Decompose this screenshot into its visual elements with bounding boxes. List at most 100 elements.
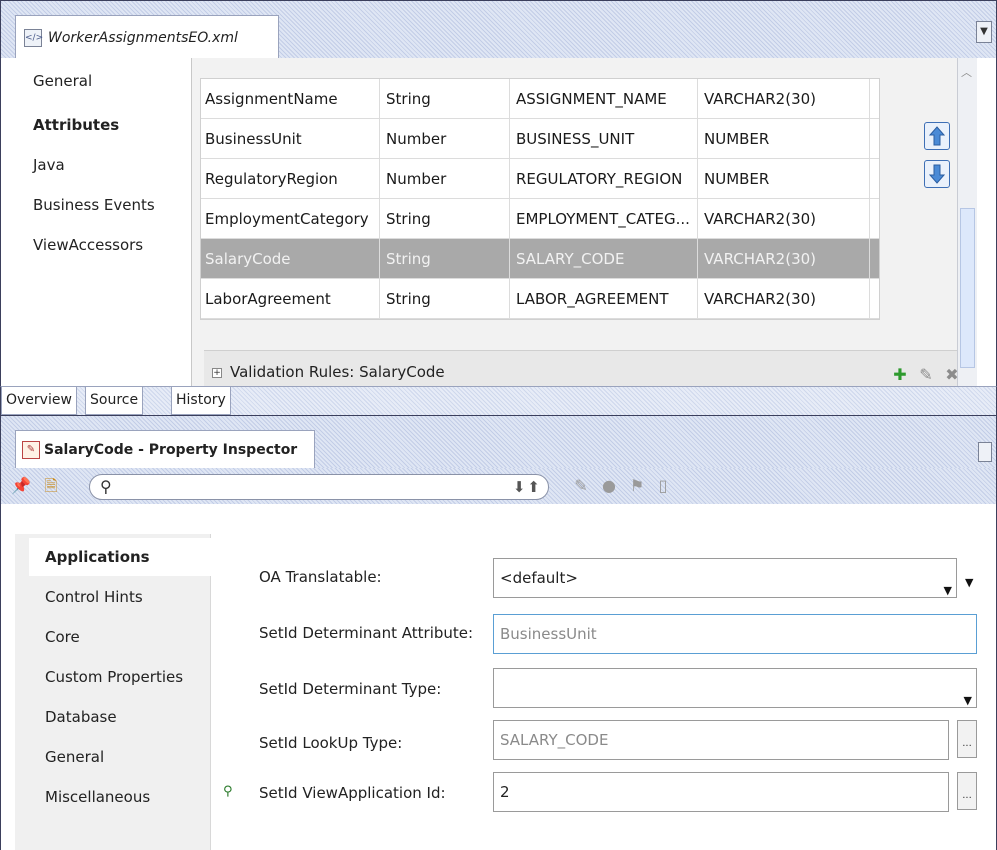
property-inspector-body: Applications Control Hints Core Custom P…: [0, 504, 997, 850]
property-search-input[interactable]: [124, 478, 484, 496]
property-inspector-title: SalaryCode - Property Inspector: [44, 441, 298, 458]
editor-file-tab[interactable]: </> WorkerAssignmentsEO.xml: [15, 15, 279, 59]
tab-overview[interactable]: Overview: [1, 387, 77, 415]
attr-extra: [869, 79, 881, 119]
globe-icon[interactable]: ●: [599, 476, 619, 496]
table-row[interactable]: AssignmentName String ASSIGNMENT_NAME VA…: [201, 79, 879, 119]
edit-document-icon[interactable]: 🗎: [41, 476, 61, 496]
oa-translatable-select[interactable]: <default> ▼: [493, 558, 957, 598]
table-row[interactable]: RegulatoryRegion Number REGULATORY_REGIO…: [201, 159, 879, 199]
category-miscellaneous[interactable]: Miscellaneous: [15, 778, 211, 816]
category-custom-properties[interactable]: Custom Properties: [15, 658, 211, 696]
nav-business-events[interactable]: Business Events: [33, 196, 155, 214]
table-row[interactable]: BusinessUnit Number BUSINESS_UNIT NUMBER: [201, 119, 879, 159]
pin-icon[interactable]: 📌: [11, 476, 31, 496]
setid-view-application-id-field[interactable]: 2: [493, 772, 949, 812]
attr-db-type: NUMBER: [697, 119, 869, 159]
minimize-button[interactable]: [978, 442, 992, 462]
xml-file-icon: </>: [24, 28, 43, 47]
category-applications[interactable]: Applications: [29, 538, 211, 576]
oa-translatable-value: <default>: [500, 569, 578, 587]
attr-column: LABOR_AGREEMENT: [509, 279, 697, 319]
flag-icon[interactable]: ⚑: [627, 476, 647, 496]
setid-lookup-type-value: SALARY_CODE: [500, 731, 609, 749]
attr-type: Number: [379, 119, 509, 159]
table-row[interactable]: EmploymentCategory String EMPLOYMENT_CAT…: [201, 199, 879, 239]
attributes-table: AssignmentName String ASSIGNMENT_NAME VA…: [200, 78, 880, 320]
attributes-panel: AssignmentName String ASSIGNMENT_NAME VA…: [191, 58, 977, 386]
attr-type: String: [379, 79, 509, 119]
setid-determinant-attribute-value: BusinessUnit: [500, 625, 597, 643]
attr-name: SalaryCode: [205, 250, 291, 268]
attr-extra: [869, 279, 881, 319]
nav-java[interactable]: Java: [33, 156, 65, 174]
nav-general[interactable]: General: [33, 72, 92, 90]
editor-file-tab-label: WorkerAssignmentsEO.xml: [48, 29, 238, 46]
expand-icon[interactable]: +: [212, 368, 222, 378]
document-icon[interactable]: ▯: [653, 476, 673, 496]
property-inspector-icon: ✎: [22, 440, 40, 459]
attr-column: ASSIGNMENT_NAME: [509, 79, 697, 119]
attr-db-type: VARCHAR2(30): [697, 199, 869, 239]
chevron-down-icon: ▼: [963, 694, 972, 707]
tab-history[interactable]: History: [171, 387, 231, 415]
attr-column: EMPLOYMENT_CATEG...: [509, 199, 697, 239]
setid-view-application-id-value: 2: [500, 783, 510, 801]
arrow-down-icon: [929, 164, 945, 184]
setid-view-application-id-browse-button[interactable]: ...: [957, 772, 977, 810]
attr-db-type: VARCHAR2(30): [697, 239, 869, 279]
table-row-selected[interactable]: SalaryCode String SALARY_CODE VARCHAR2(3…: [201, 239, 879, 279]
sort-icons[interactable]: ⬇⬆: [513, 478, 542, 496]
property-inspector-tab[interactable]: ✎ SalaryCode - Property Inspector: [15, 430, 315, 468]
attr-db-type: VARCHAR2(30): [697, 279, 869, 319]
tab-list-dropdown-button[interactable]: ▼: [976, 21, 992, 43]
category-database[interactable]: Database: [15, 698, 211, 736]
category-control-hints[interactable]: Control Hints: [15, 578, 211, 616]
nav-attributes[interactable]: Attributes: [33, 116, 119, 134]
attr-name: BusinessUnit: [205, 130, 302, 148]
editor-nav: General Attributes Java Business Events …: [15, 58, 191, 386]
attr-extra: [869, 199, 881, 239]
attributes-scrollbar[interactable]: ︿: [957, 58, 977, 386]
attr-db-type: VARCHAR2(30): [697, 79, 869, 119]
attr-type: String: [379, 239, 509, 279]
required-indicator-icon: ⚲: [223, 784, 233, 799]
attr-type: Number: [379, 159, 509, 199]
add-icon[interactable]: ✚: [890, 365, 910, 385]
scrollbar-thumb[interactable]: [960, 208, 975, 368]
arrow-up-icon: [929, 126, 945, 146]
move-down-button[interactable]: [924, 160, 950, 188]
attr-extra: [869, 239, 881, 279]
setid-lookup-type-label: SetId LookUp Type:: [259, 734, 403, 752]
attr-column: SALARY_CODE: [509, 239, 697, 279]
property-inspector-toolbar: 📌 🗎 ⚲ ⬇⬆ ✎ ● ⚑ ▯: [0, 468, 997, 504]
tab-source[interactable]: Source: [85, 387, 144, 415]
attr-name: RegulatoryRegion: [205, 170, 338, 188]
attr-db-type: NUMBER: [697, 159, 869, 199]
property-search: ⚲ ⬇⬆: [89, 474, 549, 500]
setid-lookup-type-browse-button[interactable]: ...: [957, 720, 977, 758]
oa-translatable-label: OA Translatable:: [259, 568, 382, 586]
attr-name: EmploymentCategory: [205, 210, 369, 228]
extra-dropdown-icon[interactable]: ▼: [965, 576, 973, 589]
property-inspector-tab-bar: ✎ SalaryCode - Property Inspector: [0, 416, 997, 468]
nav-view-accessors[interactable]: ViewAccessors: [33, 236, 143, 254]
edit-icon[interactable]: ✎: [916, 365, 936, 385]
edit-icon[interactable]: ✎: [571, 476, 591, 496]
category-general[interactable]: General: [15, 738, 211, 776]
attr-name: AssignmentName: [205, 90, 338, 108]
binoculars-icon[interactable]: ⚲: [100, 477, 112, 497]
setid-lookup-type-field[interactable]: SALARY_CODE: [493, 720, 949, 760]
category-core[interactable]: Core: [15, 618, 211, 656]
setid-determinant-type-label: SetId Determinant Type:: [259, 680, 442, 698]
table-row[interactable]: LaborAgreement String LABOR_AGREEMENT VA…: [201, 279, 879, 319]
setid-determinant-attribute-field[interactable]: BusinessUnit: [493, 614, 977, 654]
chevron-down-icon: ▼: [943, 584, 952, 597]
scroll-up-icon[interactable]: ︿: [961, 64, 972, 80]
attr-column: BUSINESS_UNIT: [509, 119, 697, 159]
attr-extra: [869, 159, 881, 199]
setid-determinant-type-select[interactable]: ▼: [493, 668, 977, 708]
editor-view-tabs: Overview Source History: [0, 386, 997, 416]
setid-view-application-id-label: SetId ViewApplication Id:: [259, 784, 446, 802]
move-up-button[interactable]: [924, 122, 950, 150]
